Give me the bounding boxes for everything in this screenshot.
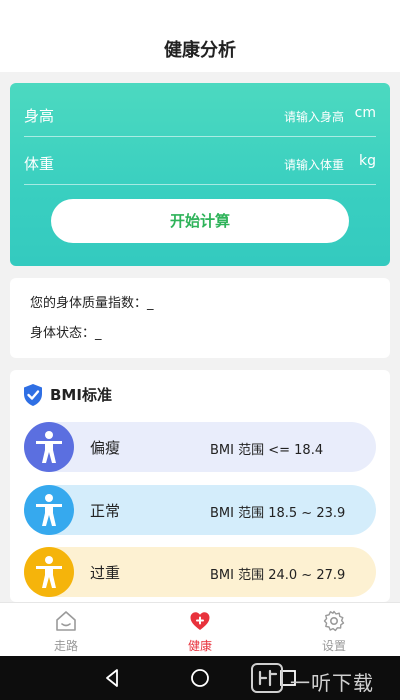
bmi-standard-title: BMI标准 [50, 386, 112, 404]
status-result-label: 身体状态： [30, 326, 96, 341]
bmi-result-line: 您的身体质量指数：_ [30, 292, 154, 311]
height-row: 身高 cm [24, 93, 376, 137]
bmi-item-range: BMI 范围 18.5 ~ 23.9 [210, 506, 346, 521]
bmi-item-overweight: 过重 BMI 范围 24.0 ~ 27.9 [24, 547, 376, 597]
weight-unit: kg [359, 153, 376, 169]
tab-walk[interactable]: 走路 [26, 603, 106, 657]
tab-settings[interactable]: 设置 [294, 603, 374, 657]
tab-health-label: 健康 [187, 639, 212, 653]
start-calculate-button[interactable]: 开始计算 [51, 199, 349, 243]
height-input[interactable] [224, 105, 344, 129]
weight-input[interactable] [224, 153, 344, 177]
height-label: 身高 [24, 107, 55, 125]
height-unit: cm [354, 105, 376, 121]
bmi-item-range: BMI 范围 <= 18.4 [210, 443, 324, 458]
weight-label: 体重 [24, 155, 55, 173]
bmi-standard-card: BMI标准 偏瘦 BMI 范围 <= 18.4 正常 BMI 范围 18.5 ~… [10, 370, 390, 602]
heart-plus-icon [188, 609, 212, 633]
weight-row: 体重 kg [24, 141, 376, 185]
person-icon [24, 547, 74, 597]
bmi-item-name: 正常 [90, 502, 121, 520]
house-icon [54, 609, 78, 633]
status-result-value: _ [95, 326, 102, 341]
bmi-calculator-card: 身高 cm 体重 kg 开始计算 [10, 83, 390, 266]
person-icon [24, 485, 74, 535]
page-title: 健康分析 [164, 40, 236, 61]
home-icon[interactable] [188, 666, 212, 690]
watermark: 一听下载 [250, 662, 398, 695]
back-icon[interactable] [100, 666, 124, 690]
gear-icon [322, 609, 346, 633]
tab-settings-label: 设置 [321, 639, 346, 653]
tab-health[interactable]: 健康 [160, 603, 240, 657]
app-header: 健康分析 [0, 0, 400, 72]
bmi-result-label: 您的身体质量指数： [30, 296, 148, 311]
bmi-item-normal: 正常 BMI 范围 18.5 ~ 23.9 [24, 485, 376, 535]
bottom-tab-bar: 走路 健康 设置 [0, 602, 400, 656]
tab-walk-label: 走路 [53, 639, 78, 653]
bmi-item-name: 偏瘦 [90, 439, 121, 457]
bmi-item-range: BMI 范围 24.0 ~ 27.9 [210, 568, 346, 583]
bmi-item-name: 过重 [90, 564, 121, 582]
bmi-result-value: _ [147, 296, 154, 311]
watermark-text: 一听下载 [290, 671, 374, 695]
status-result-line: 身体状态：_ [30, 322, 102, 341]
result-card: 您的身体质量指数：_ 身体状态：_ [10, 278, 390, 358]
watermark-logo-icon [250, 662, 284, 698]
shield-check-icon [22, 383, 44, 407]
bmi-item-underweight: 偏瘦 BMI 范围 <= 18.4 [24, 422, 376, 472]
person-icon [24, 422, 74, 472]
